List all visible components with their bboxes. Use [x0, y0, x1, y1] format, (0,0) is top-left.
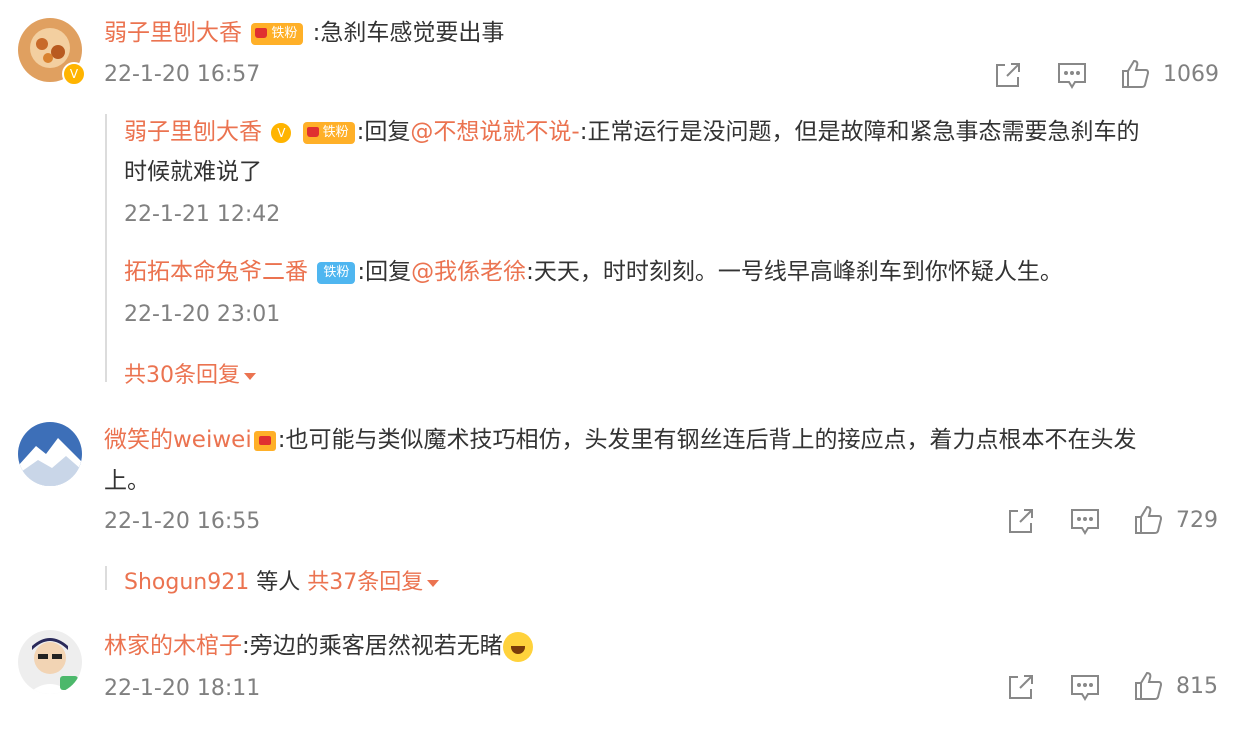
more-replies-label: 共30条回复	[124, 363, 240, 388]
comment-2-header: 微笑的weiwei :也可能与类似魔术技巧相仿，头发里有钢丝连后背上的接应点，着力…	[104, 424, 1136, 456]
comment-3-header: 林家的木棺子:旁边的乘客居然视若无睹	[104, 630, 533, 662]
chevron-down-icon	[427, 579, 440, 587]
comment-text: :旁边的乘客居然视若无睹	[242, 633, 503, 659]
share-icon	[1009, 509, 1033, 533]
like-icon	[1135, 505, 1163, 534]
reply-1: 弱子里刨大香 V 铁粉:回复@不想说就不说-:正常运行是没问题，但是故障和紧急事…	[124, 116, 1139, 148]
avatar[interactable]	[18, 630, 82, 694]
reply-others-label: 等人	[249, 570, 308, 595]
like-count: 1069	[1163, 62, 1219, 87]
timestamp: 22-1-21 12:42	[124, 202, 281, 227]
laugh-cry-emoji-icon	[502, 631, 533, 662]
verified-badge-icon: V	[269, 120, 294, 145]
reply-text-continued: 时候就难说了	[124, 159, 262, 185]
chevron-down-icon	[244, 372, 256, 380]
username-link[interactable]: 拓拓本命兔爷二番	[124, 259, 308, 285]
reply-text: :正常运行是没问题，但是故障和紧急事态需要急刹车的	[579, 119, 1140, 145]
more-replies-link[interactable]: 共30条回复	[124, 357, 256, 389]
comment-icon	[1058, 63, 1086, 89]
comment-button[interactable]	[1069, 672, 1101, 706]
like-count: 729	[1176, 508, 1218, 533]
mention-link[interactable]: @不想说就不说-	[410, 119, 579, 145]
reply-2: 拓拓本命兔爷二番 铁粉:回复@我係老徐:天天，时时刻刻。一号线早高峰刹车到你怀疑…	[124, 256, 1063, 288]
comment-icon	[1071, 509, 1099, 535]
avatar[interactable]	[18, 422, 82, 486]
share-icon	[1009, 675, 1033, 699]
username-link[interactable]: Shogun921	[124, 570, 249, 595]
timestamp: 22-1-20 16:55	[104, 509, 261, 534]
reply-prefix: :回复	[356, 119, 411, 145]
username-link[interactable]: 弱子里刨大香	[124, 119, 262, 145]
comment-text-continued: 上。	[104, 468, 150, 494]
fan-badge[interactable]: 铁粉	[302, 121, 355, 144]
comment-text: :也可能与类似魔术技巧相仿，头发里有钢丝连后背上的接应点，着力点根本不在头发	[277, 427, 1137, 453]
more-replies-link[interactable]: Shogun921 等人 共37条回复	[124, 564, 440, 596]
comment-text: :急刹车感觉要出事	[312, 20, 505, 46]
fan-badge[interactable]: 铁粉	[251, 22, 304, 45]
comment-button[interactable]	[1056, 60, 1088, 94]
mention-link[interactable]: @我係老徐	[411, 259, 526, 285]
like-button[interactable]	[1120, 58, 1150, 94]
reply-divider	[105, 114, 107, 382]
verified-badge-icon: V	[62, 62, 86, 86]
username-link[interactable]: 微笑的weiwei	[104, 427, 252, 453]
like-icon	[1122, 59, 1150, 88]
share-button[interactable]	[1006, 506, 1036, 540]
share-icon	[996, 63, 1020, 87]
crown-icon	[253, 430, 276, 451]
like-button[interactable]	[1133, 670, 1163, 706]
share-button[interactable]	[1006, 672, 1036, 706]
reply-prefix: :回复	[357, 259, 412, 285]
reply-text: :天天，时时刻刻。一号线早高峰刹车到你怀疑人生。	[526, 259, 1063, 285]
username-link[interactable]: 林家的木棺子	[104, 633, 242, 659]
username-link[interactable]: 弱子里刨大香	[104, 20, 242, 46]
comment-icon	[1071, 675, 1099, 701]
like-icon	[1135, 671, 1163, 700]
timestamp: 22-1-20 23:01	[124, 302, 281, 327]
fan-badge[interactable]: 铁粉	[317, 261, 356, 284]
like-count: 815	[1176, 674, 1218, 699]
timestamp: 22-1-20 16:57	[104, 62, 261, 87]
comment-1-header: 弱子里刨大香 铁粉 :急刹车感觉要出事	[104, 17, 504, 49]
share-button[interactable]	[993, 60, 1023, 94]
more-replies-label: 共37条回复	[307, 570, 424, 595]
reply-divider	[105, 566, 107, 590]
like-button[interactable]	[1133, 504, 1163, 540]
timestamp: 22-1-20 18:11	[104, 676, 261, 701]
comment-button[interactable]	[1069, 506, 1101, 540]
